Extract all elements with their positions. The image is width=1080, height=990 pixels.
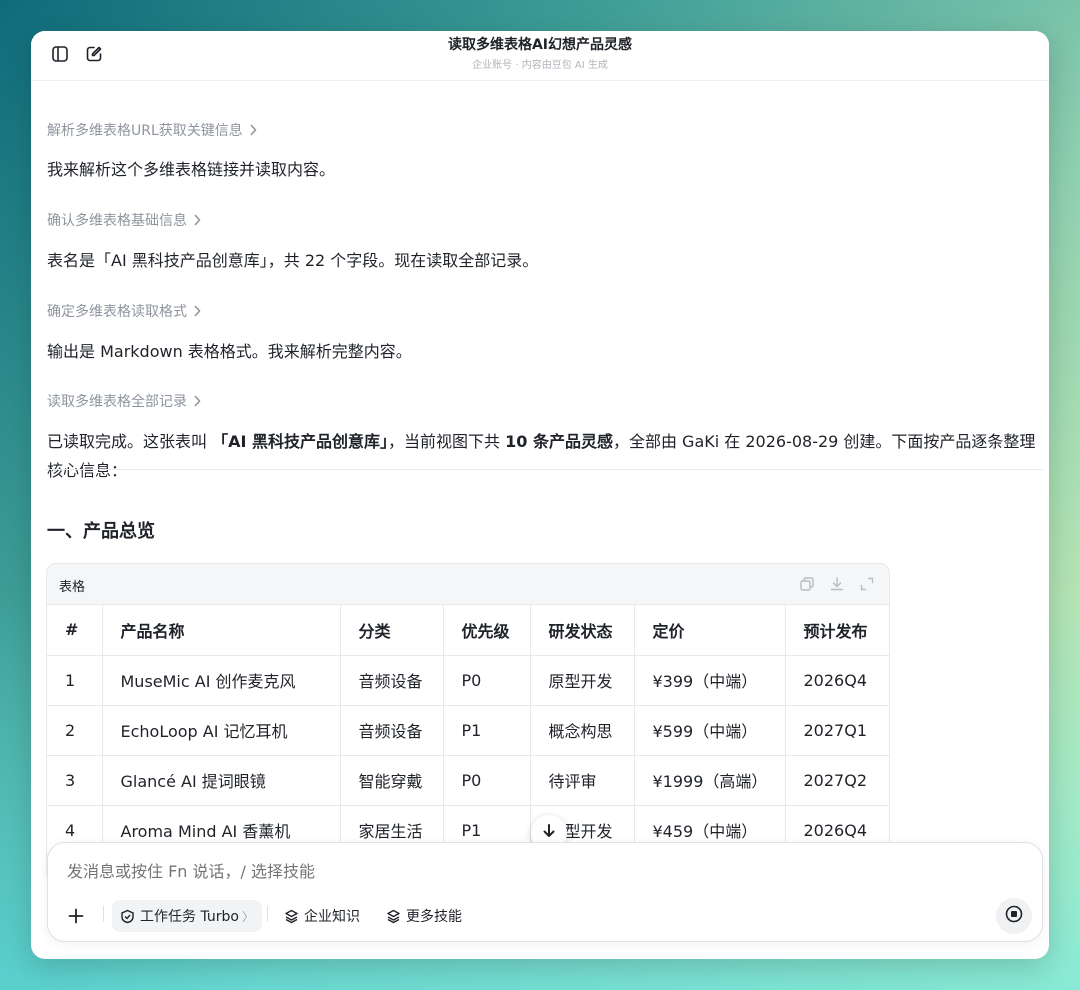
- summary-table-name: 「AI 黑科技产品创意库」: [212, 432, 389, 451]
- divider: [45, 469, 1043, 470]
- table-cell: 音频设备: [340, 655, 444, 706]
- copy-icon[interactable]: [799, 576, 815, 592]
- column-header: 分类: [340, 605, 444, 656]
- message-input[interactable]: [67, 862, 967, 881]
- table-cell: 2027Q2: [785, 755, 889, 806]
- separator: [267, 906, 268, 922]
- table-cell: 2027Q1: [785, 705, 889, 756]
- layers-icon: [386, 909, 401, 924]
- page-subtitle: 企业账号 · 内容由豆包 AI 生成: [472, 60, 608, 71]
- table-cell: 待评审: [530, 755, 635, 806]
- separator: [103, 906, 104, 922]
- chevron-right-icon: [249, 124, 257, 136]
- table-card-label: 表格: [59, 580, 86, 595]
- step-text: 输出是 Markdown 表格格式。我来解析完整内容。: [47, 342, 412, 361]
- title-bar: 读取多维表格AI幻想产品灵感 企业账号 · 内容由豆包 AI 生成: [31, 31, 1049, 81]
- table-cell: ¥399（中端）: [634, 655, 786, 706]
- table-cell: Glancé AI 提词眼镜: [102, 755, 341, 806]
- column-header: 定价: [634, 605, 786, 656]
- table-cell: 原型开发: [530, 655, 635, 706]
- table-cell: 2026Q4: [785, 655, 889, 706]
- table-cell: ¥599（中端）: [634, 705, 786, 756]
- table-cell: 智能穿戴: [340, 755, 444, 806]
- chevron-right-icon: [193, 395, 201, 407]
- page-title: 读取多维表格AI幻想产品灵感: [447, 37, 633, 53]
- table-cell: 3: [47, 755, 103, 806]
- chat-window: 读取多维表格AI幻想产品灵感 企业账号 · 内容由豆包 AI 生成 解析多维表格…: [31, 31, 1049, 959]
- column-header: 研发状态: [530, 605, 635, 656]
- table-cell: 2: [47, 705, 103, 756]
- table-actions: [799, 576, 875, 592]
- table-cell: MuseMic AI 创作麦克风: [102, 655, 341, 706]
- column-header: #: [47, 605, 103, 656]
- layers-icon: [284, 909, 299, 924]
- column-header: 产品名称: [102, 605, 341, 656]
- section-title: 一、产品总览: [47, 521, 155, 542]
- download-icon[interactable]: [829, 576, 845, 592]
- step-read-format[interactable]: 确定多维表格读取格式: [47, 301, 201, 321]
- table-cell: P1: [443, 705, 531, 756]
- stop-generation-button[interactable]: [996, 898, 1032, 934]
- stop-icon: [1005, 905, 1023, 927]
- table-cell: EchoLoop AI 记忆耳机: [102, 705, 341, 756]
- summary-text: 已读取完成。这张表叫 「AI 黑科技产品创意库」，当前视图下共 10 条产品灵感…: [47, 427, 1041, 485]
- expand-icon[interactable]: [859, 576, 875, 592]
- more-skills-label: 更多技能: [406, 909, 462, 925]
- enterprise-knowledge-chip[interactable]: 企业知识: [284, 900, 360, 932]
- table-row: 1 MuseMic AI 创作麦克风 音频设备 P0 原型开发 ¥399（中端）…: [47, 655, 889, 706]
- add-attachment-icon[interactable]: [66, 906, 86, 926]
- table-header-row: # 产品名称 分类 优先级 研发状态 定价 预计发布: [47, 605, 889, 656]
- table-row: 2 EchoLoop AI 记忆耳机 音频设备 P1 概念构思 ¥599（中端）…: [47, 705, 889, 756]
- table-card: 表格 # 产品名称 分类 优先级 研发状态 定价 预计发布 1 MuseMic …: [46, 563, 890, 883]
- step-label: 确定多维表格读取格式: [47, 304, 187, 320]
- enterprise-knowledge-label: 企业知识: [304, 909, 360, 925]
- arrow-down-icon: [541, 823, 557, 843]
- step-read-all[interactable]: 读取多维表格全部记录: [47, 391, 201, 411]
- table-row: 3 Glancé AI 提词眼镜 智能穿戴 P0 待评审 ¥1999（高端） 2…: [47, 755, 889, 806]
- table-card-header: 表格: [47, 564, 889, 605]
- conversation: 解析多维表格URL获取关键信息 我来解析这个多维表格链接并读取内容。 确认多维表…: [31, 82, 1049, 959]
- table-cell: 音频设备: [340, 705, 444, 756]
- title-block: 读取多维表格AI幻想产品灵感 企业账号 · 内容由豆包 AI 生成: [31, 36, 1049, 74]
- step-parse-url[interactable]: 解析多维表格URL获取关键信息: [47, 120, 257, 140]
- task-mode-chip[interactable]: 工作任务 Turbo 〉: [112, 900, 262, 932]
- chevron-right-icon: [193, 214, 201, 226]
- chevron-right-icon: [193, 305, 201, 317]
- task-mode-icon: [120, 909, 135, 924]
- task-mode-label: 工作任务 Turbo: [140, 909, 239, 925]
- column-header: 预计发布: [785, 605, 889, 656]
- message-composer: 工作任务 Turbo 〉 企业知识 更多技能: [47, 842, 1043, 942]
- summary-record-count: 10 条产品灵感: [505, 432, 613, 451]
- column-header: 优先级: [443, 605, 531, 656]
- step-confirm-info[interactable]: 确认多维表格基础信息: [47, 210, 201, 230]
- step-label: 解析多维表格URL获取关键信息: [47, 123, 243, 139]
- step-label: 读取多维表格全部记录: [47, 394, 187, 410]
- table-cell: 1: [47, 655, 103, 706]
- task-mode-chevron: 〉: [241, 909, 254, 924]
- summary-part: ，当前视图下共: [388, 432, 506, 451]
- table-cell: P0: [443, 755, 531, 806]
- more-skills-chip[interactable]: 更多技能: [386, 900, 462, 932]
- step-label: 确认多维表格基础信息: [47, 213, 187, 229]
- summary-part: 已读取完成。这张表叫: [47, 432, 213, 451]
- table-cell: P0: [443, 655, 531, 706]
- step-text: 表名是「AI 黑科技产品创意库」，共 22 个字段。现在读取全部记录。: [47, 251, 539, 270]
- table-cell: ¥1999（高端）: [634, 755, 786, 806]
- table-cell: 概念构思: [530, 705, 635, 756]
- step-text: 我来解析这个多维表格链接并读取内容。: [47, 160, 336, 179]
